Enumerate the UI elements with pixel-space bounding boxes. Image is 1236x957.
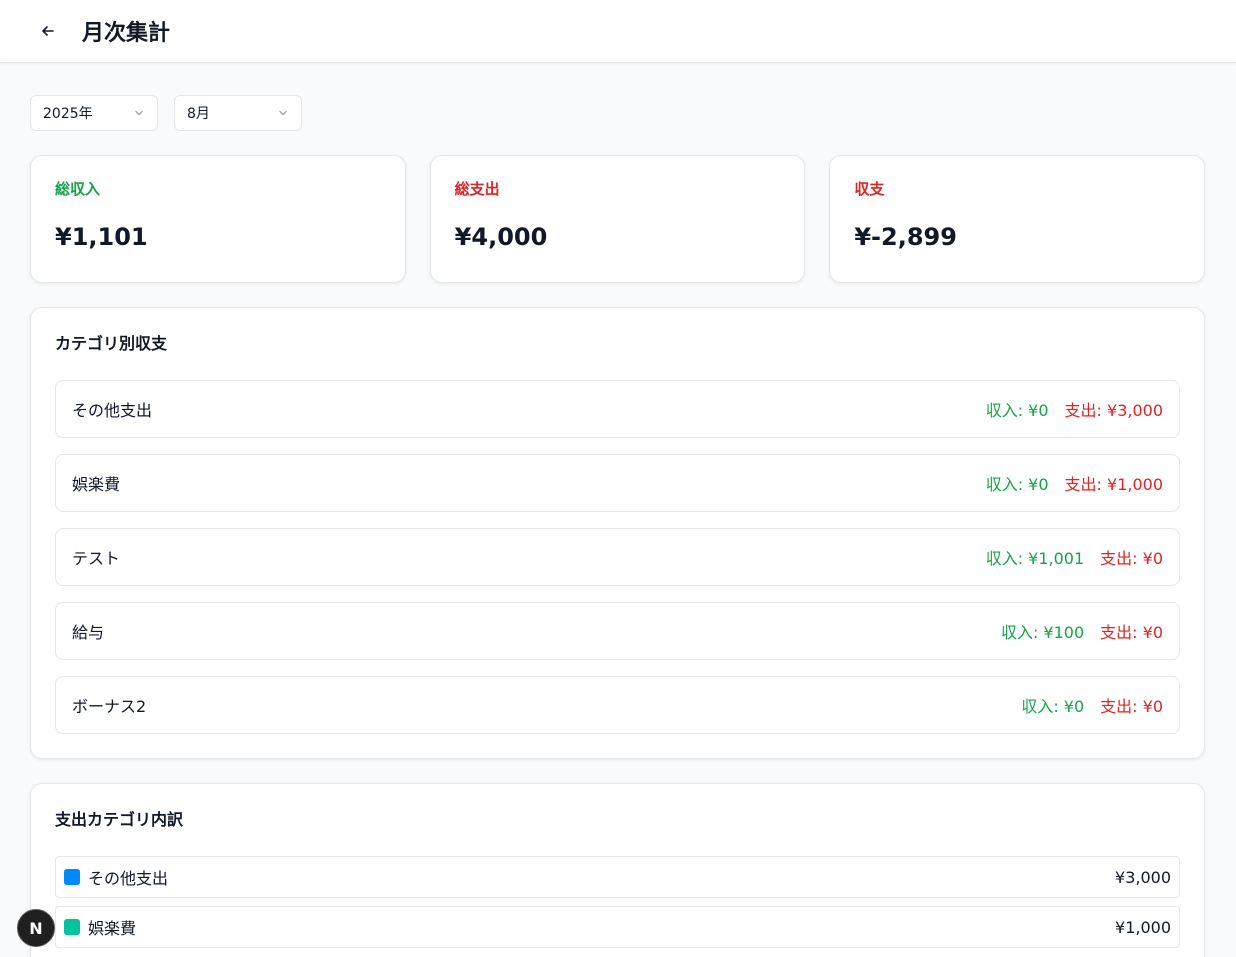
breakdown-label: 娯楽費 <box>64 915 136 939</box>
income-amount: 収入: ¥100 <box>1000 623 1085 642</box>
category-amounts: 収入: ¥0 支出: ¥3,000 <box>986 397 1163 421</box>
category-amounts: 収入: ¥1,001 支出: ¥0 <box>986 545 1163 569</box>
list-item: 娯楽費 収入: ¥0 支出: ¥1,000 <box>55 454 1180 512</box>
main-content: 2025年 8月 総収入 ¥1,101 総支出 ¥4,000 収支 ¥-2,89… <box>0 63 1236 957</box>
summary-label: 総支出 <box>454 180 500 198</box>
list-item: テスト 収入: ¥1,001 支出: ¥0 <box>55 528 1180 586</box>
list-item: その他支出 収入: ¥0 支出: ¥3,000 <box>55 380 1180 438</box>
year-select[interactable]: 2025年 <box>30 95 158 131</box>
expense-amount: 支出: ¥3,000 <box>1064 401 1163 420</box>
header: 月次集計 <box>0 0 1236 63</box>
summary-value: ¥4,000 <box>454 223 548 251</box>
summary-label: 収支 <box>854 180 885 198</box>
page-title: 月次集計 <box>82 21 171 46</box>
income-amount: 収入: ¥0 <box>985 401 1049 420</box>
nextjs-badge-button[interactable]: N <box>17 909 55 947</box>
chevron-down-icon <box>279 110 287 116</box>
nextjs-logo-icon: N <box>29 918 43 938</box>
breakdown-list: その他支出 ¥3,000 娯楽費 ¥1,000 <box>55 856 1180 948</box>
summary-value: ¥-2,899 <box>854 223 957 251</box>
category-balance-card: カテゴリ別収支 その他支出 収入: ¥0 支出: ¥3,000 娯楽費 収入: … <box>30 307 1205 759</box>
chevron-down-icon <box>135 110 143 116</box>
category-name: その他支出 <box>72 401 153 420</box>
summary-cards: 総収入 ¥1,101 総支出 ¥4,000 収支 ¥-2,899 <box>30 155 1206 283</box>
list-item: その他支出 ¥3,000 <box>55 856 1180 898</box>
income-amount: 収入: ¥0 <box>1021 697 1085 716</box>
list-item: ボーナス2 収入: ¥0 支出: ¥0 <box>55 676 1180 734</box>
card-title: カテゴリ別収支 <box>55 334 168 353</box>
arrow-left-icon <box>42 26 54 36</box>
income-amount: 収入: ¥1,001 <box>985 549 1085 568</box>
year-select-value: 2025年 <box>43 106 93 122</box>
month-select[interactable]: 8月 <box>174 95 302 131</box>
expense-amount: 支出: ¥0 <box>1100 623 1163 642</box>
expense-breakdown-card: 支出カテゴリ内訳 その他支出 ¥3,000 娯楽費 ¥1,000 <box>30 783 1205 957</box>
category-name: 娯楽費 <box>72 475 121 494</box>
breakdown-label: その他支出 <box>64 865 168 889</box>
color-swatch <box>64 919 80 935</box>
color-swatch <box>64 869 80 885</box>
income-amount: 収入: ¥0 <box>985 475 1049 494</box>
category-name: テスト <box>72 549 121 568</box>
breakdown-amount: ¥1,000 <box>1115 917 1171 937</box>
month-select-value: 8月 <box>187 106 210 122</box>
breakdown-name: その他支出 <box>88 869 169 888</box>
category-name: 給与 <box>72 623 105 642</box>
breakdown-name: 娯楽費 <box>88 919 137 938</box>
list-item: 給与 収入: ¥100 支出: ¥0 <box>55 602 1180 660</box>
summary-value: ¥1,101 <box>55 223 148 251</box>
expense-amount: 支出: ¥0 <box>1100 549 1163 568</box>
total-expense-card: 総支出 ¥4,000 <box>429 155 806 283</box>
category-amounts: 収入: ¥0 支出: ¥1,000 <box>986 471 1163 495</box>
back-button[interactable] <box>36 19 60 43</box>
expense-amount: 支出: ¥0 <box>1100 697 1163 716</box>
expense-amount: 支出: ¥1,000 <box>1064 475 1163 494</box>
category-amounts: 収入: ¥0 支出: ¥0 <box>1021 693 1163 717</box>
balance-card: 収支 ¥-2,899 <box>829 155 1206 283</box>
card-title: 支出カテゴリ内訳 <box>55 810 184 829</box>
breakdown-amount: ¥3,000 <box>1115 867 1171 887</box>
list-item: 娯楽費 ¥1,000 <box>55 906 1180 948</box>
total-income-card: 総収入 ¥1,101 <box>30 155 406 283</box>
filters: 2025年 8月 <box>30 95 1205 131</box>
category-list: その他支出 収入: ¥0 支出: ¥3,000 娯楽費 収入: ¥0 支出: ¥… <box>55 380 1180 734</box>
category-name: ボーナス2 <box>72 697 147 716</box>
category-amounts: 収入: ¥100 支出: ¥0 <box>1001 619 1163 643</box>
summary-label: 総収入 <box>55 180 101 198</box>
